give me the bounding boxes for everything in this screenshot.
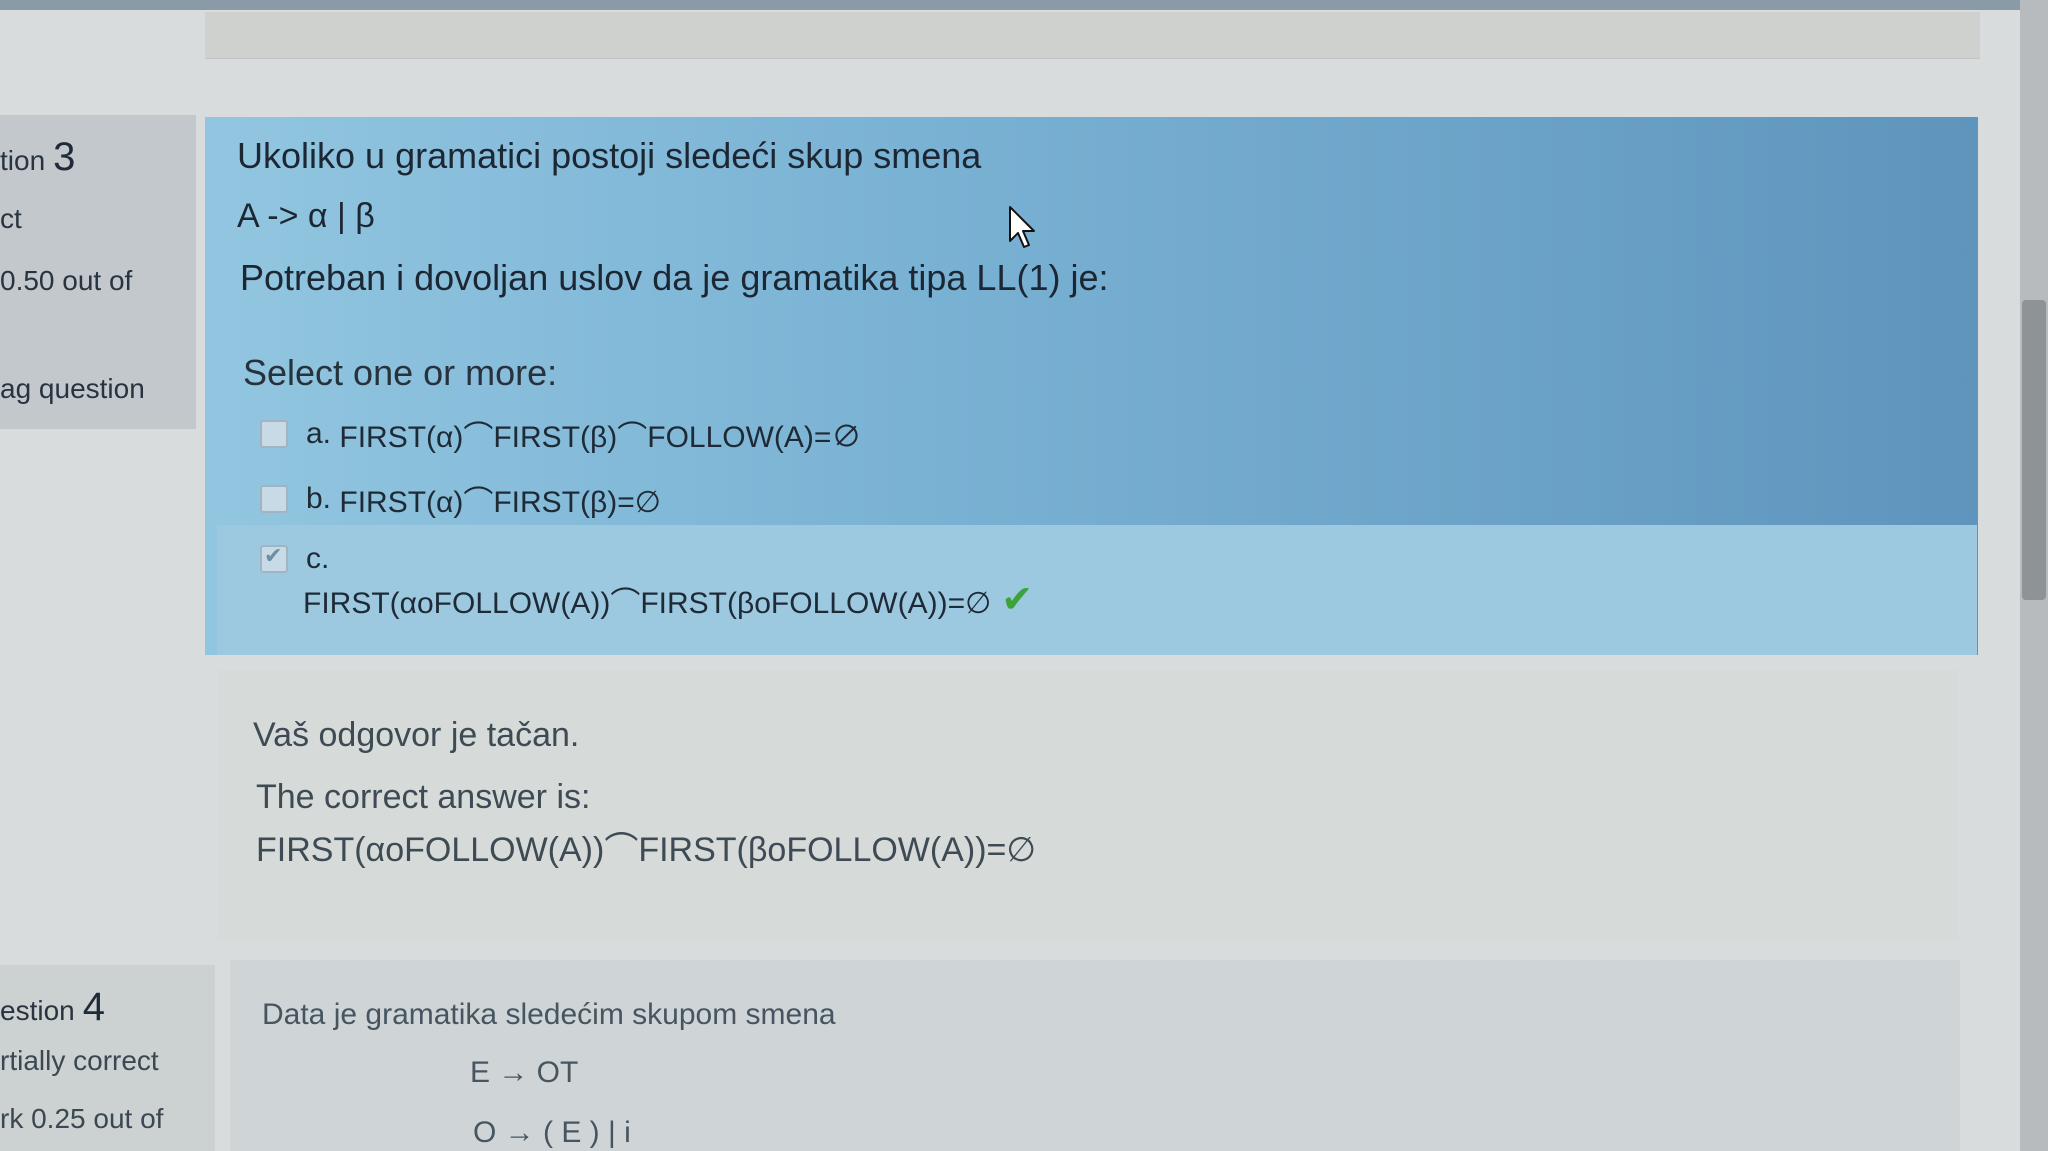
question-4-info: estion 4 rtially correct rk 0.25 out of: [0, 965, 215, 1151]
question-4-status: rtially correct: [0, 1045, 159, 1076]
question-4-number: estion 4: [0, 985, 105, 1030]
option-c-text: FIRST(αoFOLLOW(A))⌒FIRST(βoFOLLOW(A))=∅: [303, 586, 992, 620]
question-4-rule2: O → ( E ) | i: [473, 1116, 631, 1149]
option-c-checkbox[interactable]: [260, 543, 288, 573]
question-text-rule: A -> α | β: [237, 197, 375, 235]
previous-question-strip: [205, 12, 1980, 59]
question-number-prefix: estion: [0, 995, 75, 1026]
select-prompt: Select one or more:: [243, 352, 558, 393]
option-b-text: FIRST(α)⌒FIRST(β)=∅: [339, 486, 661, 519]
question-4-text: Data je gramatika sledećim skupom smena: [262, 998, 836, 1031]
option-a-text: FIRST(α)⌒FIRST(β)⌒FOLLOW(A)=∅: [339, 421, 862, 454]
mouse-cursor-icon: [1009, 206, 1035, 248]
scrollbar-thumb[interactable]: [2022, 300, 2046, 600]
question-3-mark: 0.50 out of: [0, 265, 133, 296]
question-3-feedback: Vaš odgovor je tačan. The correct answer…: [218, 670, 1958, 940]
question-4-content: Data je gramatika sledećim skupom smena …: [230, 960, 1960, 1151]
question-3-number: tion 3: [0, 135, 75, 180]
question-number-prefix: tion: [0, 145, 46, 176]
question-4-mark: rk 0.25 out of: [0, 1103, 164, 1134]
question-text-line1: Ukoliko u gramatici postoji sledeći skup…: [237, 135, 982, 176]
option-b[interactable]: b. FIRST(α)⌒FIRST(β)=∅: [260, 477, 661, 521]
option-a-letter: a.: [306, 417, 332, 450]
correct-answer-value: FIRST(αoFOLLOW(A))⌒FIRST(βoFOLLOW(A))=∅: [256, 831, 1037, 869]
option-c[interactable]: c.: [260, 542, 329, 576]
option-c-letter: c.: [306, 542, 330, 575]
flag-question-link[interactable]: ag question: [0, 373, 145, 405]
browser-top-edge: [0, 0, 2048, 10]
question-3-info: tion 3 ct 0.50 out of ag question: [0, 115, 196, 429]
option-b-checkbox[interactable]: [260, 485, 288, 513]
option-a-checkbox[interactable]: [260, 420, 288, 448]
question-3-status: ct: [0, 203, 22, 234]
correct-check-icon: ✔: [1001, 579, 1034, 621]
question-number-value: 3: [53, 135, 76, 179]
option-b-letter: b.: [306, 482, 332, 515]
feedback-result: Vaš odgovor je tačan.: [253, 716, 580, 754]
option-c-answer: FIRST(αoFOLLOW(A))⌒FIRST(βoFOLLOW(A))=∅ …: [303, 577, 1033, 622]
question-3-content: Ukoliko u gramatici postoji sledeći skup…: [205, 117, 1978, 655]
question-4-rule1: E → OT: [470, 1056, 579, 1089]
option-a[interactable]: a. FIRST(α)⌒FIRST(β)⌒FOLLOW(A)=∅: [260, 412, 861, 456]
correct-answer-label: The correct answer is:: [256, 778, 591, 816]
question-text-line3: Potreban i dovoljan uslov da je gramatik…: [240, 257, 1109, 298]
question-number-value: 4: [82, 985, 105, 1029]
